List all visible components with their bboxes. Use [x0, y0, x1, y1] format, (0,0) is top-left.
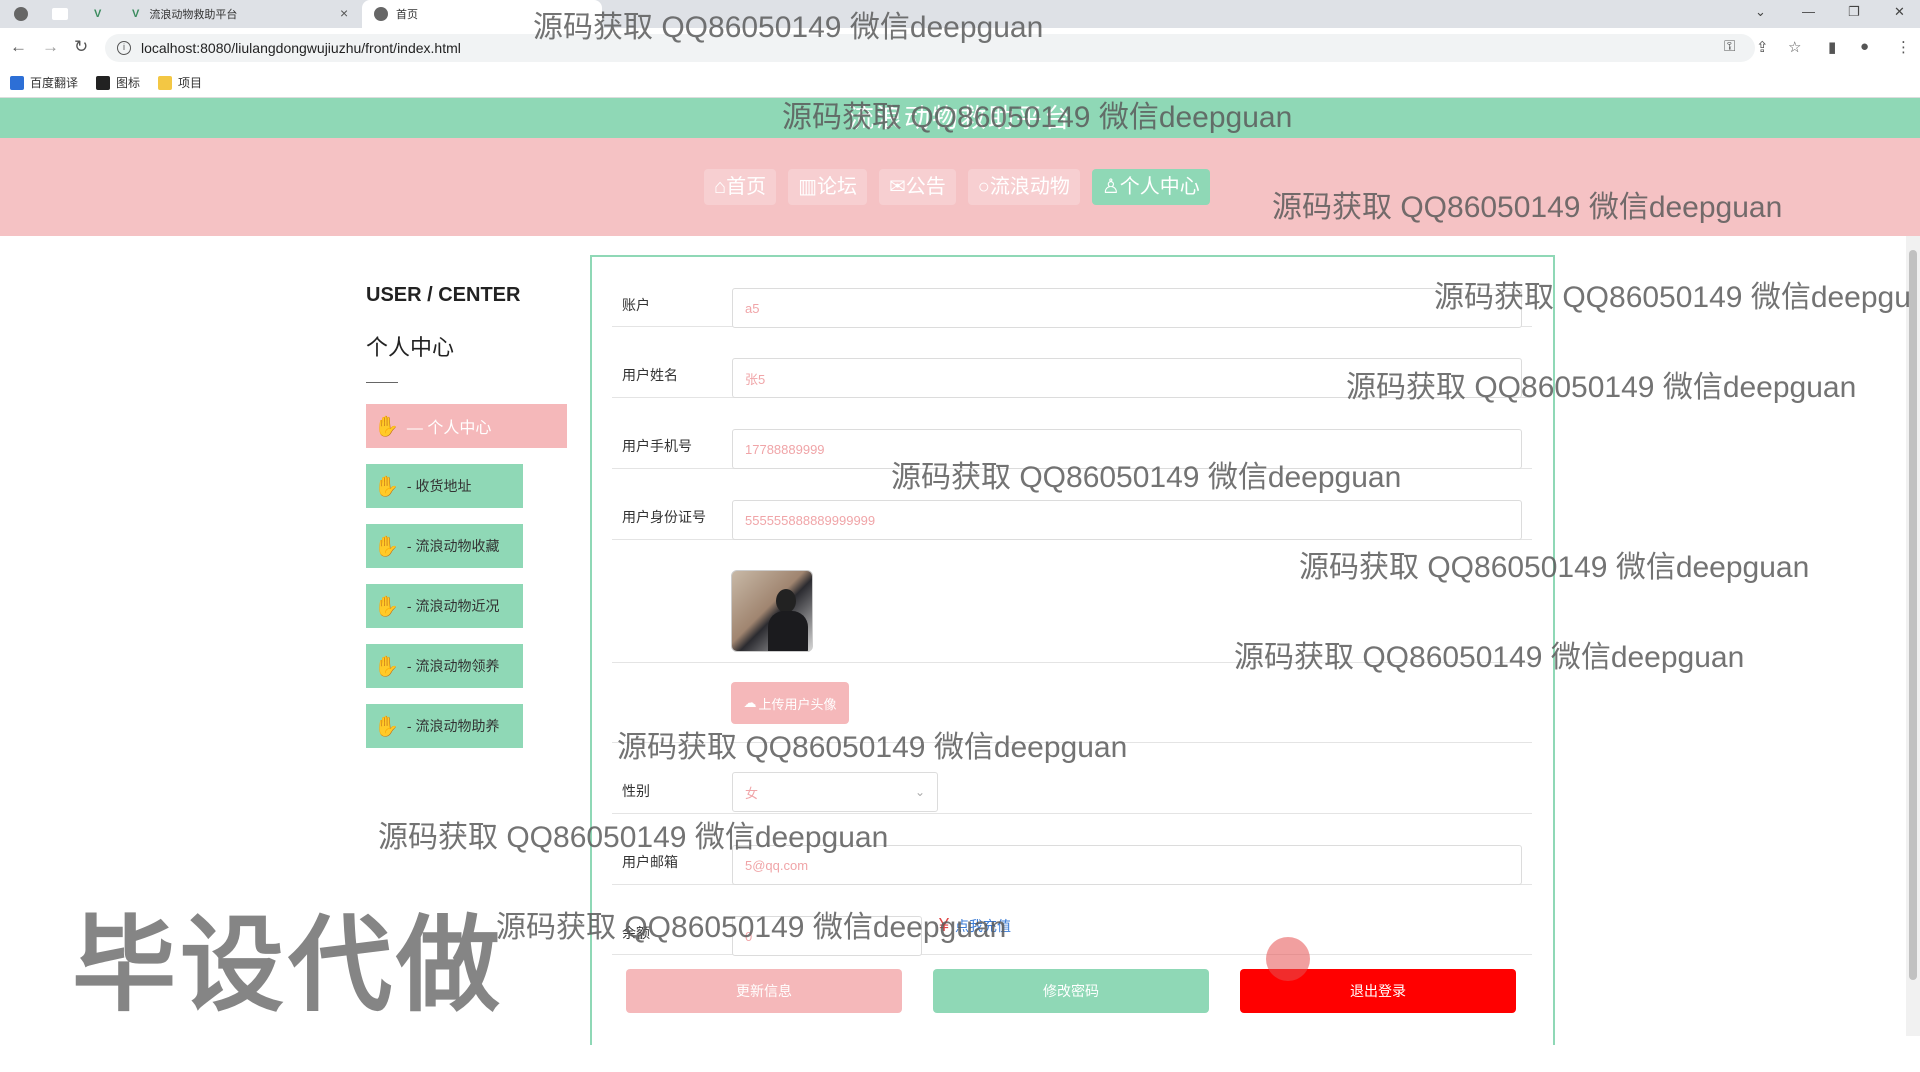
form-row-idcard: 用户身份证号 555555888889999999	[612, 469, 1532, 540]
sidebar-item-sponsorship[interactable]: ✋ - 流浪动物助养	[366, 704, 523, 748]
image-icon	[96, 75, 111, 90]
avatar-figure-body	[768, 611, 808, 651]
avatar-figure-head	[776, 589, 796, 613]
account-label: 账户	[622, 297, 650, 313]
info-icon: i	[117, 41, 131, 55]
globe-icon	[374, 7, 388, 21]
form-row-email: 用户邮箱 5@qq.com	[612, 814, 1532, 885]
form-row-account: 账户 a5	[612, 257, 1532, 328]
key-icon[interactable]: ⚿	[1724, 38, 1735, 55]
account-input[interactable]: a5	[732, 288, 1522, 328]
bookmark-item[interactable]: 百度翻译	[10, 74, 78, 91]
close-tab-icon[interactable]: ×	[340, 5, 348, 21]
tab-search-icon[interactable]: ⌄	[1755, 4, 1766, 20]
scrollbar-thumb[interactable]	[1909, 250, 1917, 980]
divider	[366, 382, 398, 383]
hand-icon: ✋	[374, 475, 399, 498]
sidebar-item-user-center[interactable]: ✋ — 个人中心	[366, 404, 567, 448]
globe-icon	[14, 7, 28, 21]
browser-tab[interactable]: V	[94, 0, 107, 28]
nav-notice[interactable]: ✉公告	[879, 169, 956, 205]
browser-tab-home[interactable]: 首页	[362, 0, 602, 28]
recharge-link[interactable]: ¥ 点我充值	[939, 915, 1011, 936]
browser-tabbar: V V 流浪动物救助平台 × 首页 ⌄ — ❐ ✕	[0, 0, 1920, 28]
sidebar-title: USER / CENTER	[366, 284, 521, 306]
email-input[interactable]: 5@qq.com	[732, 845, 1522, 885]
sidebar-item-adoption[interactable]: ✋ - 流浪动物领养	[366, 644, 523, 688]
cloud-upload-icon: ☁	[743, 695, 757, 710]
sidebar-item-address[interactable]: ✋ - 收货地址	[366, 464, 523, 508]
form-row-gender: 性别 女 ⌄	[612, 743, 1532, 814]
email-label: 用户邮箱	[622, 854, 678, 870]
profile-icon[interactable]: ●	[1860, 38, 1869, 55]
url-input[interactable]: i localhost:8080/liulangdongwujiuzhu/fro…	[105, 34, 1755, 62]
chevron-down-icon: ⌄	[914, 785, 925, 799]
menu-icon[interactable]: ⋮	[1896, 38, 1911, 56]
nav-user-center[interactable]: ♙个人中心	[1091, 169, 1210, 205]
sidebar-item-favorites[interactable]: ✋ - 流浪动物收藏	[366, 524, 523, 568]
sidebar-subtitle: 个人中心	[366, 335, 455, 360]
forward-icon[interactable]: →	[42, 37, 59, 57]
phone-label: 用户手机号	[622, 438, 692, 454]
restore-icon[interactable]: ❐	[1848, 4, 1860, 20]
gender-select[interactable]: 女 ⌄	[732, 772, 938, 812]
translate-icon	[10, 75, 24, 90]
user-avatar	[731, 570, 813, 652]
nav-forum[interactable]: ▥论坛	[788, 169, 867, 205]
bookmark-star-icon[interactable]: ☆	[1788, 38, 1801, 56]
name-input[interactable]: 张5	[732, 358, 1522, 398]
nav-home[interactable]: ⌂首页	[704, 169, 777, 205]
blank-page-icon	[52, 8, 68, 20]
sidepanel-icon[interactable]: ▮	[1828, 38, 1836, 56]
form-row-phone: 用户手机号 17788889999	[612, 398, 1532, 469]
bookmarks-bar: 百度翻译 图标 项目	[0, 68, 1920, 98]
bookmark-item[interactable]: 图标	[96, 74, 140, 91]
browser-tab[interactable]	[52, 0, 76, 28]
idcard-label: 用户身份证号	[622, 509, 706, 525]
address-bar: ← → ↻ i localhost:8080/liulangdongwujiuz…	[0, 28, 1920, 68]
name-label: 用户姓名	[622, 367, 678, 383]
click-indicator	[1266, 937, 1310, 981]
yen-icon: ¥	[939, 915, 950, 935]
update-info-button[interactable]: 更新信息	[626, 969, 902, 1013]
folder-icon	[158, 75, 173, 90]
browser-tab[interactable]	[14, 0, 36, 28]
form-row-balance: 余额 0	[612, 885, 1532, 956]
hand-icon: ✋	[374, 715, 399, 738]
sidebar-item-status[interactable]: ✋ - 流浪动物近况	[366, 584, 523, 628]
hand-icon: ✋	[374, 655, 399, 678]
idcard-input[interactable]: 555555888889999999	[732, 500, 1522, 540]
change-password-button[interactable]: 修改密码	[933, 969, 1209, 1013]
gender-label: 性别	[622, 783, 650, 799]
reload-icon[interactable]: ↻	[74, 37, 88, 57]
balance-input[interactable]: 0	[732, 916, 922, 956]
site-title: 流浪动物救助平台	[0, 98, 1920, 138]
watermark-big: 毕设代做	[72, 908, 505, 1024]
minimize-icon[interactable]: —	[1802, 4, 1815, 19]
profile-form: 账户 a5 用户姓名 张5 用户手机号 17788889999 用户身份证号 5…	[590, 255, 1555, 1045]
nav-band: ⌂首页 ▥论坛 ✉公告 ○流浪动物 ♙个人中心	[0, 138, 1920, 236]
back-icon[interactable]: ←	[10, 37, 27, 57]
hand-icon: ✋	[374, 595, 399, 618]
nav-animals[interactable]: ○流浪动物	[967, 169, 1080, 205]
close-window-icon[interactable]: ✕	[1894, 4, 1905, 20]
share-icon[interactable]: ⇪	[1756, 38, 1769, 56]
balance-label: 余额	[622, 925, 650, 941]
hand-icon: ✋	[374, 415, 399, 438]
vue-icon: V	[132, 8, 140, 20]
bookmark-item[interactable]: 项目	[158, 74, 202, 91]
vue-icon: V	[94, 8, 102, 20]
main-nav: ⌂首页 ▥论坛 ✉公告 ○流浪动物 ♙个人中心	[704, 169, 1222, 205]
form-row-name: 用户姓名 张5	[612, 327, 1532, 398]
hand-icon: ✋	[374, 535, 399, 558]
phone-input[interactable]: 17788889999	[732, 429, 1522, 469]
browser-tab-platform[interactable]: V 流浪动物救助平台 ×	[132, 0, 358, 28]
upload-avatar-button[interactable]: ☁ 上传用户头像	[731, 682, 849, 724]
